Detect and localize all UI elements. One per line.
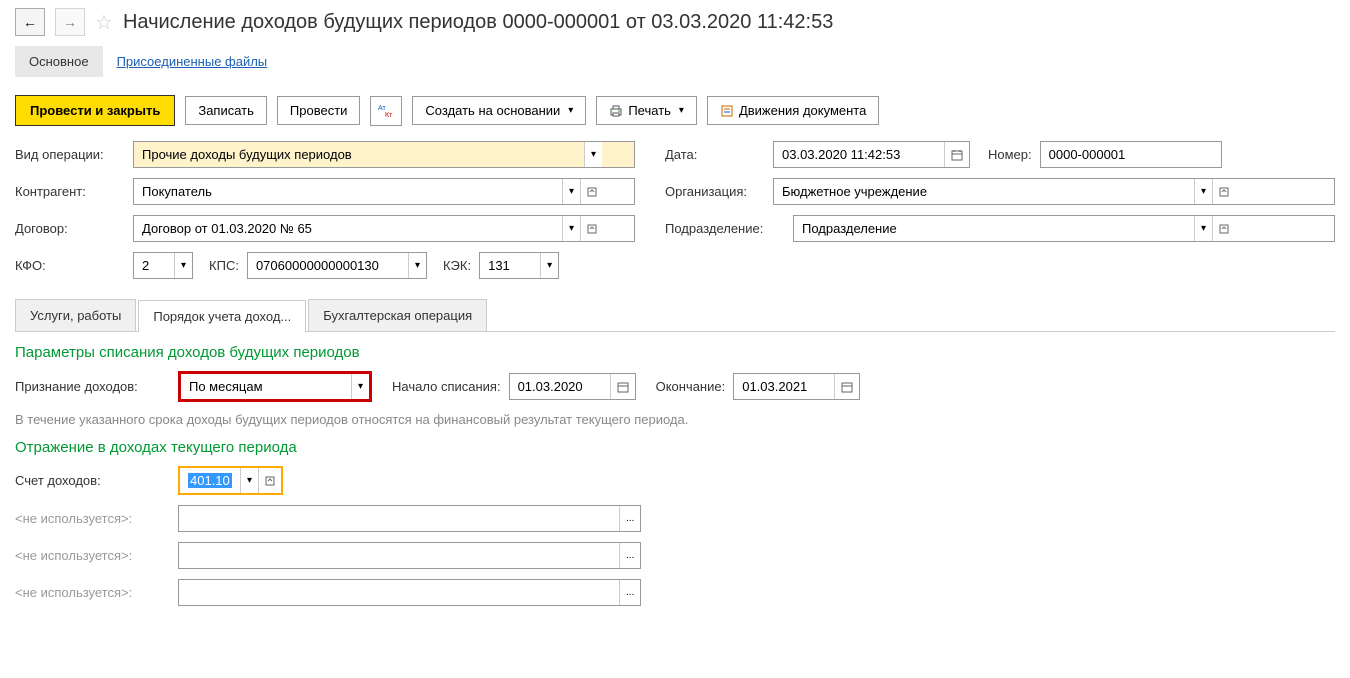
- calendar-icon: [617, 381, 629, 393]
- dt-kt-icon: АтКт: [378, 103, 394, 119]
- open-icon: [1219, 187, 1229, 197]
- back-button[interactable]: ←: [15, 8, 45, 36]
- dt-kt-button[interactable]: АтКт: [370, 96, 402, 126]
- page-title: Начисление доходов будущих периодов 0000…: [123, 11, 833, 34]
- dropdown-button[interactable]: ▾: [240, 468, 258, 493]
- tab-attached-files[interactable]: Присоединенные файлы: [103, 46, 282, 77]
- calendar-button[interactable]: [610, 374, 635, 399]
- counterparty-input[interactable]: [134, 179, 562, 204]
- dropdown-button[interactable]: ▾: [540, 253, 558, 278]
- post-button[interactable]: Провести: [277, 96, 361, 125]
- end-date-input[interactable]: [734, 374, 834, 399]
- ellipsis-button[interactable]: ...: [619, 506, 640, 531]
- document-movements-icon: [720, 104, 734, 118]
- chevron-down-icon: ▾: [568, 105, 573, 116]
- open-button[interactable]: [580, 179, 603, 204]
- hint-text: В течение указанного срока доходы будущи…: [15, 412, 1335, 427]
- chevron-down-icon: ▾: [679, 105, 684, 116]
- ellipsis-button[interactable]: ...: [619, 543, 640, 568]
- label-kps: КПС:: [209, 258, 239, 273]
- print-button[interactable]: Печать ▾: [596, 96, 697, 125]
- create-based-button[interactable]: Создать на основании ▾: [412, 96, 586, 125]
- section-current-income: Отражение в доходах текущего периода: [15, 439, 1335, 456]
- label-date: Дата:: [665, 147, 765, 162]
- svg-text:Кт: Кт: [385, 112, 393, 119]
- label-kek: КЭК:: [443, 258, 471, 273]
- label-number: Номер:: [988, 147, 1032, 162]
- dropdown-button[interactable]: ▾: [1194, 216, 1212, 241]
- contract-input[interactable]: [134, 216, 562, 241]
- kps-input[interactable]: [248, 253, 408, 278]
- label-not-used-1: <не используется>:: [15, 511, 170, 526]
- division-input[interactable]: [794, 216, 1194, 241]
- tab-services[interactable]: Услуги, работы: [15, 299, 136, 331]
- tab-main[interactable]: Основное: [15, 46, 103, 77]
- calendar-icon: [951, 149, 963, 161]
- not-used-input-2[interactable]: [179, 543, 619, 568]
- forward-button[interactable]: →: [55, 8, 85, 36]
- ellipsis-button[interactable]: ...: [619, 580, 640, 605]
- section-writeoff-params: Параметры списания доходов будущих перио…: [15, 344, 1335, 361]
- open-button[interactable]: [1212, 216, 1235, 241]
- calendar-icon: [841, 381, 853, 393]
- label-recognition: Признание доходов:: [15, 379, 170, 394]
- calendar-button[interactable]: [944, 142, 969, 167]
- open-button[interactable]: [580, 216, 603, 241]
- open-button[interactable]: [258, 468, 281, 493]
- tab-income-order[interactable]: Порядок учета доход...: [138, 300, 306, 332]
- label-operation-type: Вид операции:: [15, 147, 125, 162]
- start-writeoff-input[interactable]: [510, 374, 610, 399]
- operation-type-input[interactable]: [134, 142, 584, 167]
- open-icon: [587, 224, 597, 234]
- open-icon: [587, 187, 597, 197]
- label-start-writeoff: Начало списания:: [392, 379, 501, 394]
- not-used-input-3[interactable]: [179, 580, 619, 605]
- label-counterparty: Контрагент:: [15, 184, 125, 199]
- label-organization: Организация:: [665, 184, 765, 199]
- not-used-input-1[interactable]: [179, 506, 619, 531]
- dropdown-button[interactable]: ▾: [562, 179, 580, 204]
- svg-text:Ат: Ат: [378, 105, 387, 112]
- movements-button[interactable]: Движения документа: [707, 96, 879, 125]
- income-account-input[interactable]: 401.10: [180, 468, 240, 493]
- open-button[interactable]: [1212, 179, 1235, 204]
- label-not-used-3: <не используется>:: [15, 585, 170, 600]
- dropdown-button[interactable]: ▾: [174, 253, 192, 278]
- post-and-close-button[interactable]: Провести и закрыть: [15, 95, 175, 126]
- label-not-used-2: <не используется>:: [15, 548, 170, 563]
- favorite-icon[interactable]: ☆: [95, 10, 113, 35]
- number-input[interactable]: [1041, 142, 1221, 167]
- recognition-input[interactable]: [181, 374, 351, 399]
- label-contract: Договор:: [15, 221, 125, 236]
- printer-icon: [609, 104, 623, 118]
- label-division: Подразделение:: [665, 221, 785, 236]
- dropdown-button[interactable]: ▾: [351, 374, 369, 399]
- dropdown-button[interactable]: ▾: [1194, 179, 1212, 204]
- open-icon: [1219, 224, 1229, 234]
- dropdown-button[interactable]: ▾: [408, 253, 426, 278]
- open-icon: [265, 476, 275, 486]
- organization-input[interactable]: [774, 179, 1194, 204]
- calendar-button[interactable]: [834, 374, 859, 399]
- kfo-input[interactable]: [134, 253, 174, 278]
- label-income-account: Счет доходов:: [15, 473, 170, 488]
- date-input[interactable]: [774, 142, 944, 167]
- dropdown-button[interactable]: ▾: [562, 216, 580, 241]
- kek-input[interactable]: [480, 253, 540, 278]
- label-kfo: КФО:: [15, 258, 125, 273]
- label-end-date: Окончание:: [656, 379, 726, 394]
- save-button[interactable]: Записать: [185, 96, 267, 125]
- dropdown-button[interactable]: ▾: [584, 142, 602, 167]
- tab-accounting[interactable]: Бухгалтерская операция: [308, 299, 487, 331]
